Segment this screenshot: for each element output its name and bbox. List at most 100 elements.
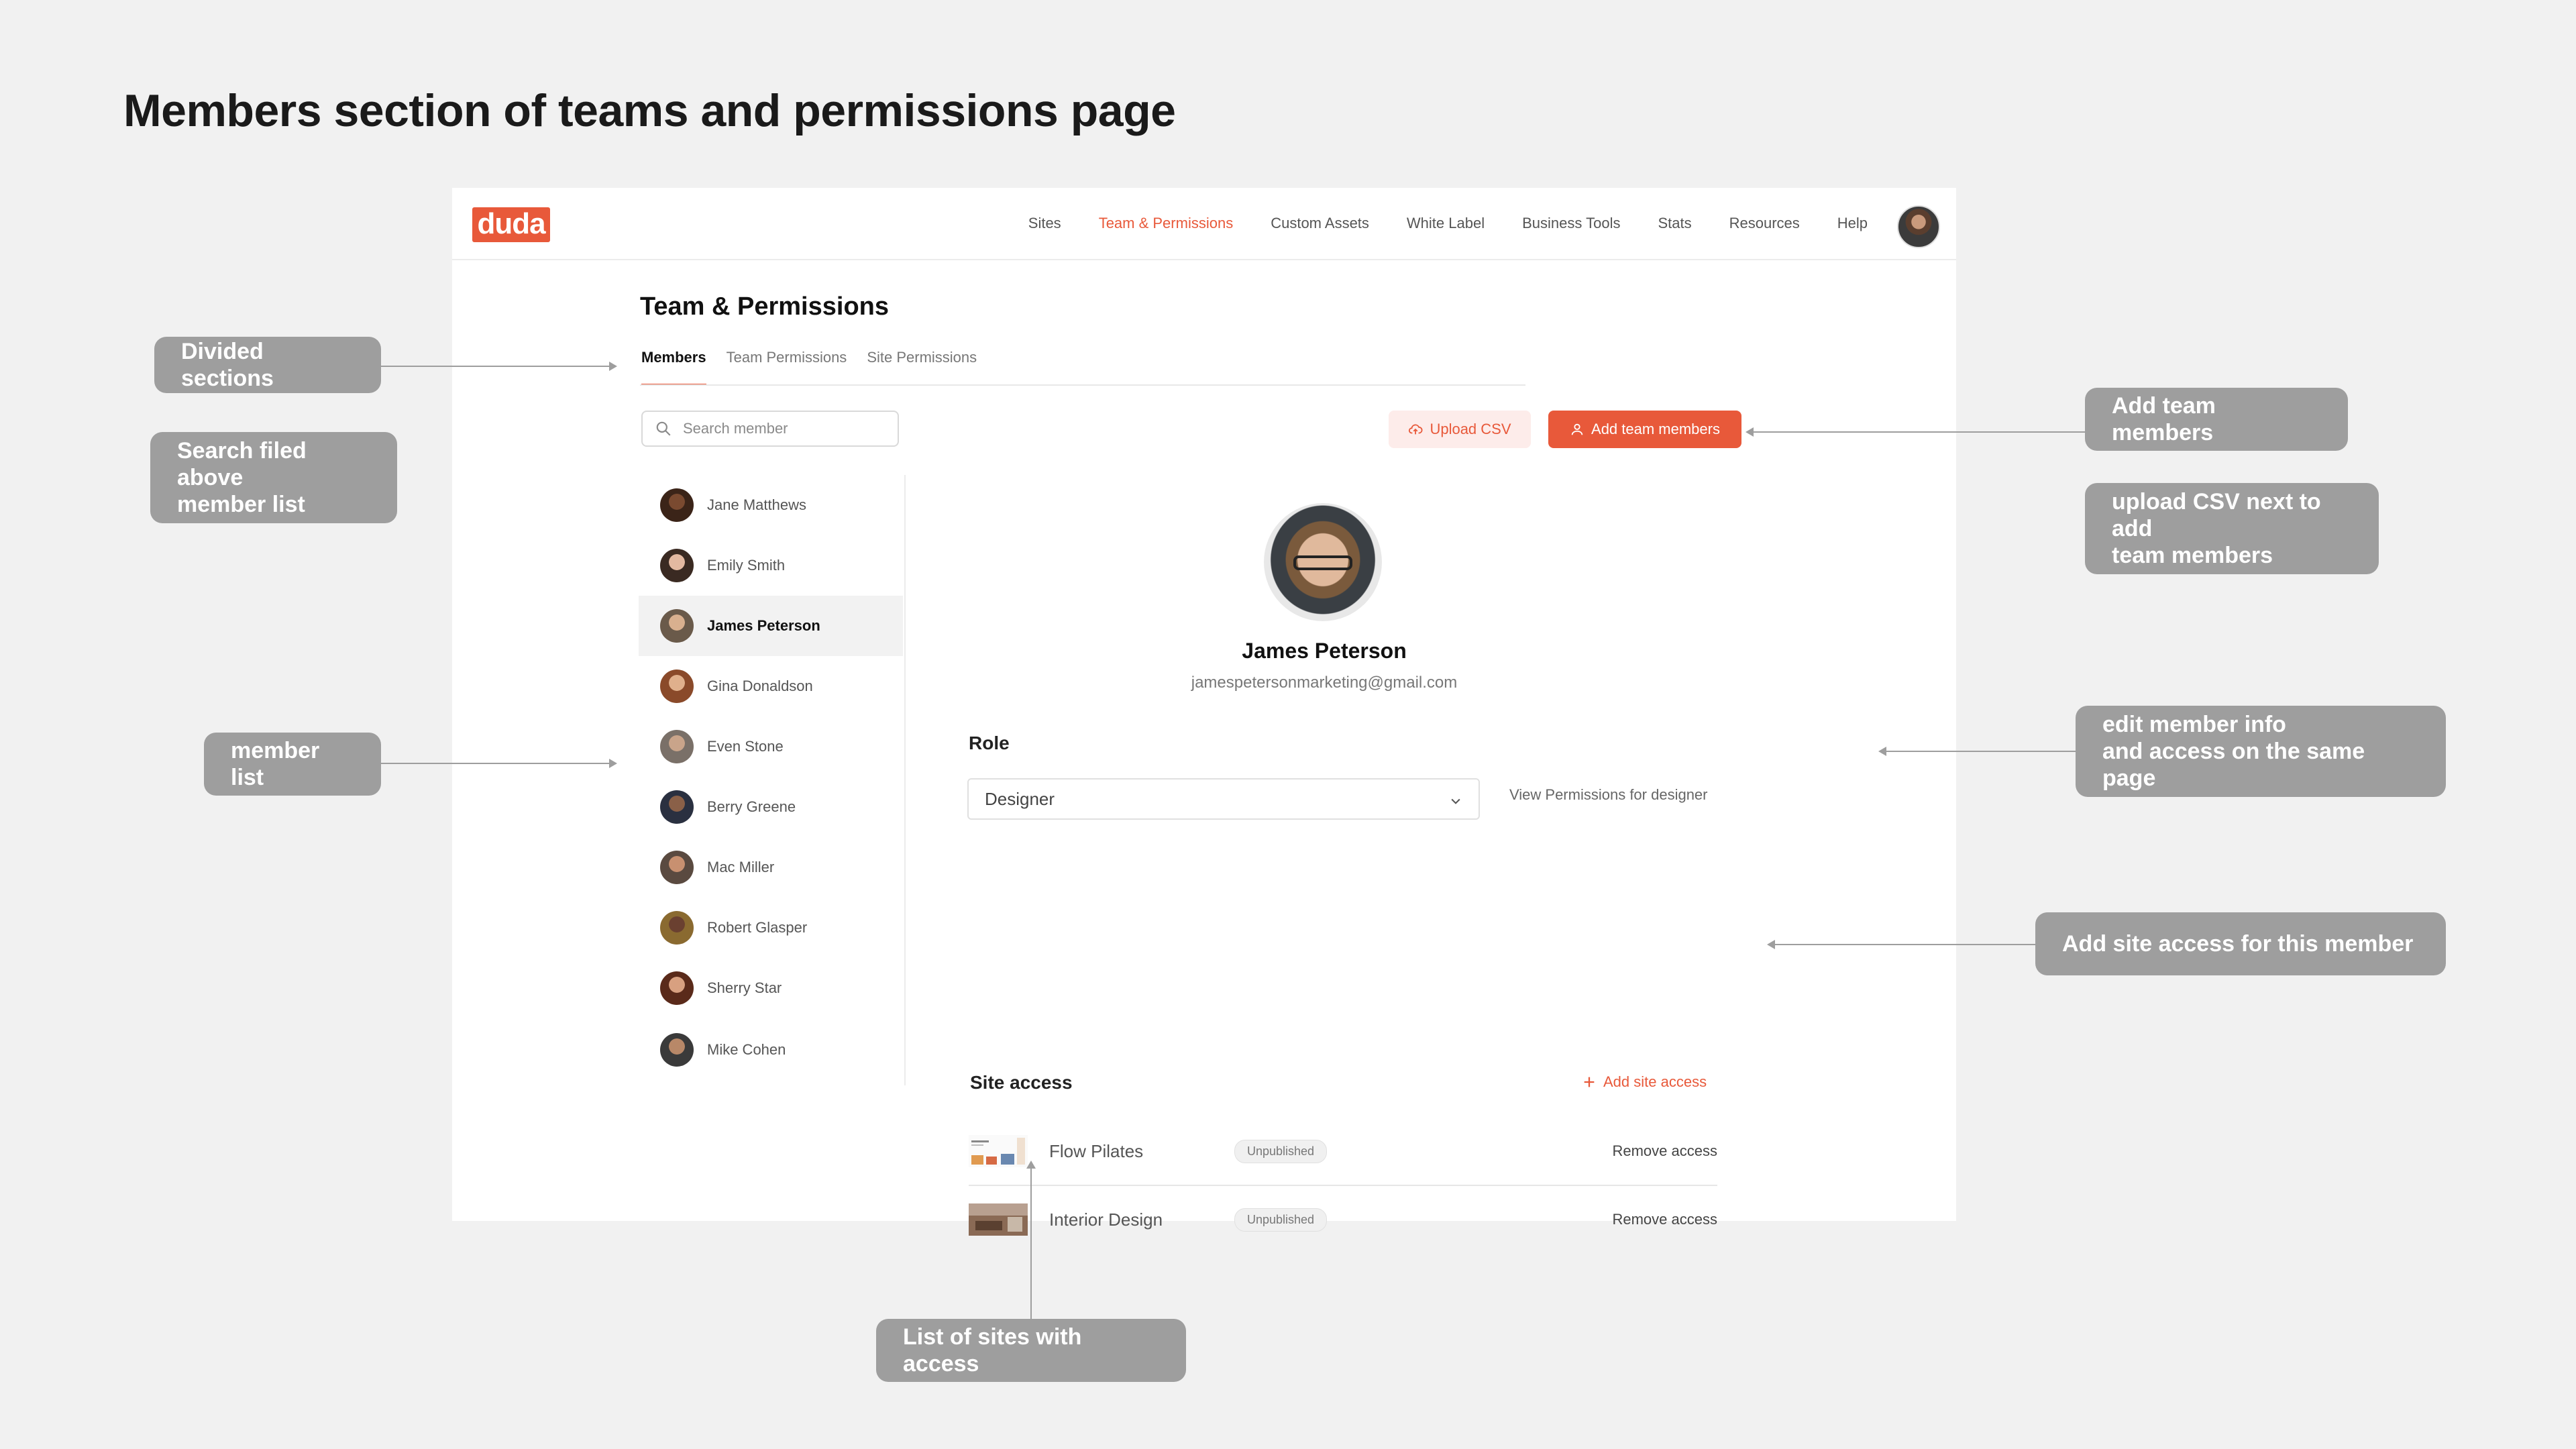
- app-window: duda Sites Team & Permissions Custom Ass…: [452, 188, 1956, 1236]
- add-site-access-button[interactable]: Add site access: [1582, 1073, 1707, 1091]
- add-team-members-label: Add team members: [1591, 421, 1720, 437]
- tabs-divider: [640, 384, 1525, 386]
- member-item[interactable]: Mac Miller: [639, 837, 903, 898]
- add-team-members-button[interactable]: Add team members: [1548, 411, 1741, 448]
- upload-csv-button[interactable]: Upload CSV: [1389, 411, 1531, 448]
- site-row: Flow Pilates Unpublished Remove access: [969, 1118, 1717, 1186]
- nav-item-white-label[interactable]: White Label: [1407, 215, 1485, 232]
- member-item[interactable]: Even Stone: [639, 716, 903, 777]
- member-name: Emily Smith: [707, 557, 786, 574]
- site-name: Interior Design: [1049, 1209, 1163, 1230]
- cloud-upload-icon: [1409, 424, 1423, 435]
- member-item-selected[interactable]: James Peterson: [639, 596, 903, 656]
- nav-item-custom-assets[interactable]: Custom Assets: [1271, 215, 1369, 232]
- member-item[interactable]: Sherry Star: [639, 958, 903, 1018]
- annotation-add-site-access: Add site access for this member: [2035, 912, 2446, 975]
- annotation-upload-csv: upload CSV next to add team members: [2085, 483, 2379, 574]
- member-avatar: [660, 669, 694, 703]
- profile-email: jamespetersonmarketing@gmail.com: [1191, 674, 1458, 692]
- section-title: Team & Permissions: [640, 292, 890, 321]
- annotation-divided-sections: Divided sections: [154, 337, 381, 393]
- annotation-add-team-members: Add team members: [2085, 388, 2348, 451]
- arrow-head: [609, 759, 617, 768]
- site-thumbnail: [969, 1203, 1028, 1236]
- nav-item-stats[interactable]: Stats: [1658, 215, 1691, 232]
- search-icon: [656, 421, 671, 436]
- annotation-member-list: member list: [204, 733, 381, 796]
- member-avatar: [660, 911, 694, 945]
- annotation-edit-member: edit member info and access on the same …: [2076, 706, 2446, 797]
- member-name: Berry Greene: [707, 798, 796, 815]
- profile-name: James Peterson: [1242, 639, 1407, 663]
- nav-item-resources[interactable]: Resources: [1729, 215, 1800, 232]
- member-search: [641, 411, 899, 447]
- annotation-arrow: [1885, 751, 2076, 752]
- tab-site-permissions[interactable]: Site Permissions: [867, 349, 977, 386]
- annotation-arrow: [381, 366, 610, 367]
- upload-csv-label: Upload CSV: [1430, 421, 1511, 437]
- tab-team-permissions[interactable]: Team Permissions: [727, 349, 847, 386]
- member-item[interactable]: Gina Donaldson: [639, 656, 903, 716]
- annotation-list-of-sites: List of sites with access: [876, 1319, 1186, 1382]
- site-name: Flow Pilates: [1049, 1140, 1144, 1161]
- member-name: James Peterson: [707, 617, 820, 634]
- member-avatar: [660, 971, 694, 1005]
- arrow-head: [1767, 940, 1775, 949]
- remove-access-button[interactable]: Remove access: [1612, 1211, 1717, 1228]
- duda-logo[interactable]: duda: [472, 207, 550, 242]
- remove-access-button[interactable]: Remove access: [1612, 1142, 1717, 1160]
- nav-item-team-permissions[interactable]: Team & Permissions: [1099, 215, 1234, 232]
- plus-icon: [1584, 1077, 1595, 1087]
- top-navigation-bar: duda Sites Team & Permissions Custom Ass…: [452, 188, 1956, 260]
- annotation-arrow: [381, 763, 610, 764]
- member-avatar: [660, 609, 694, 643]
- add-site-access-label: Add site access: [1603, 1073, 1707, 1090]
- main-nav: Sites Team & Permissions Custom Assets W…: [1028, 188, 1868, 259]
- member-item[interactable]: Mike Cohen: [639, 1020, 903, 1080]
- nav-item-sites[interactable]: Sites: [1028, 215, 1061, 232]
- arrow-head: [609, 362, 617, 371]
- role-value: Designer: [985, 788, 1055, 809]
- arrow-head: [1026, 1161, 1036, 1169]
- nav-item-business-tools[interactable]: Business Tools: [1522, 215, 1620, 232]
- member-name: Jane Matthews: [707, 496, 806, 513]
- member-avatar: [660, 549, 694, 582]
- member-name: Mike Cohen: [707, 1041, 786, 1058]
- role-label: Role: [969, 733, 1010, 753]
- arrow-head: [1746, 427, 1754, 437]
- member-item[interactable]: Emily Smith: [639, 535, 903, 596]
- user-add-icon: [1571, 423, 1583, 435]
- member-avatar: [660, 851, 694, 884]
- member-list: Jane Matthews Emily Smith James Peterson…: [639, 475, 906, 1085]
- annotation-arrow: [1752, 431, 2085, 433]
- member-item[interactable]: Jane Matthews: [639, 475, 903, 535]
- member-avatar: [660, 488, 694, 522]
- profile-photo: [1264, 503, 1382, 621]
- member-name: Even Stone: [707, 738, 784, 755]
- tab-members[interactable]: Members: [641, 349, 706, 386]
- user-avatar[interactable]: [1897, 205, 1940, 248]
- member-item[interactable]: Robert Glasper: [639, 898, 903, 958]
- site-row: Interior Design Unpublished Remove acces…: [969, 1186, 1717, 1253]
- annotation-arrow: [1774, 944, 2035, 945]
- annotation-arrow: [1030, 1167, 1032, 1319]
- nav-item-help[interactable]: Help: [1837, 215, 1868, 232]
- member-item[interactable]: Berry Greene: [639, 777, 903, 837]
- member-name: Sherry Star: [707, 979, 782, 996]
- status-badge: Unpublished: [1234, 1139, 1328, 1163]
- arrow-head: [1878, 747, 1886, 756]
- annotation-search-field: Search filed above member list: [150, 432, 397, 523]
- site-thumbnail: [969, 1135, 1028, 1167]
- member-name: Mac Miller: [707, 859, 775, 875]
- member-avatar: [660, 1033, 694, 1067]
- page-title: Members section of teams and permissions…: [123, 85, 1176, 136]
- search-input[interactable]: [682, 419, 885, 438]
- member-name: Gina Donaldson: [707, 678, 813, 694]
- role-dropdown[interactable]: Designer: [967, 778, 1480, 820]
- tab-bar: Members Team Permissions Site Permission…: [641, 349, 977, 386]
- member-avatar: [660, 790, 694, 824]
- view-permissions-link[interactable]: View Permissions for designer: [1509, 786, 1708, 804]
- chevron-down-icon: [1451, 798, 1460, 804]
- status-badge: Unpublished: [1234, 1208, 1328, 1232]
- member-name: Robert Glasper: [707, 919, 808, 936]
